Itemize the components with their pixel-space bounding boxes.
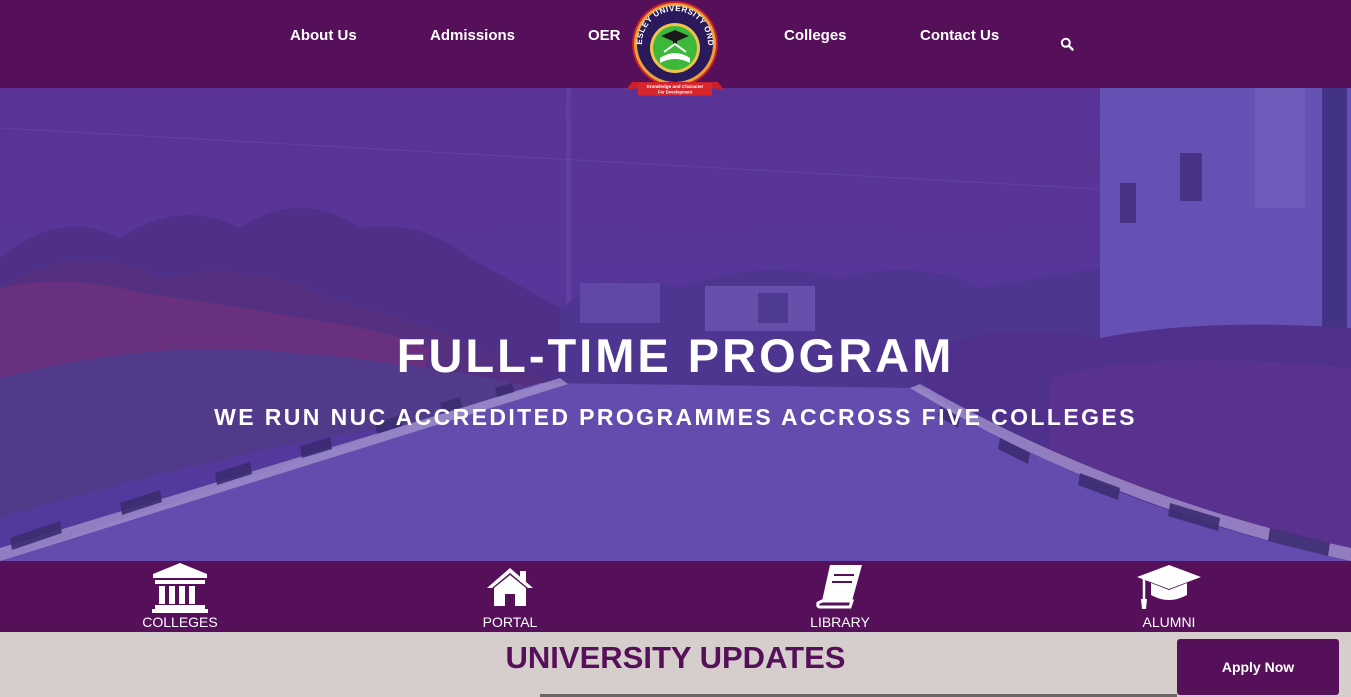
hero-background-image (0, 88, 1351, 561)
university-logo[interactable]: WESLEY UNIVERSITY ONDO Knowledge and Cha… (620, 0, 730, 100)
apply-now-button[interactable]: Apply Now (1177, 639, 1339, 695)
nav-oer[interactable]: OER (588, 27, 621, 44)
updates-section: UNIVERSITY UPDATES (0, 632, 1351, 697)
quicklink-library[interactable]: LIBRARY (760, 561, 920, 632)
quicklink-portal-label: PORTAL (482, 614, 538, 630)
nav-colleges[interactable]: Colleges (784, 27, 847, 44)
quicklink-alumni[interactable]: ALUMNI (1089, 561, 1249, 632)
quicklink-colleges[interactable]: COLLEGES (100, 561, 260, 632)
hero-subtitle: WE RUN NUC ACCREDITED PROGRAMMES ACCROSS… (214, 404, 1137, 430)
quicklink-colleges-label: COLLEGES (142, 614, 218, 630)
hero-title: FULL-TIME PROGRAM (396, 329, 955, 382)
building-icon (152, 563, 208, 613)
hero-banner: FULL-TIME PROGRAM WE RUN NUC ACCREDITED … (0, 88, 1351, 561)
nav-contact-us[interactable]: Contact Us (920, 27, 999, 44)
quick-links-bar: COLLEGES PORTAL LIBRARY ALUMNI (0, 561, 1351, 632)
quicklink-portal[interactable]: PORTAL (430, 561, 590, 632)
nav-about-us[interactable]: About Us (290, 27, 357, 44)
search-icon[interactable] (1060, 37, 1074, 51)
quicklink-alumni-label: ALUMNI (1142, 614, 1196, 630)
svg-text:Knowledge and Character: Knowledge and Character (647, 84, 704, 89)
quicklink-library-label: LIBRARY (810, 614, 870, 630)
updates-title: UNIVERSITY UPDATES (505, 640, 846, 675)
home-icon (487, 568, 533, 606)
nav-admissions[interactable]: Admissions (430, 27, 515, 44)
book-icon (816, 565, 862, 609)
graduation-cap-icon (1137, 565, 1201, 609)
svg-text:For Development: For Development (658, 90, 693, 95)
